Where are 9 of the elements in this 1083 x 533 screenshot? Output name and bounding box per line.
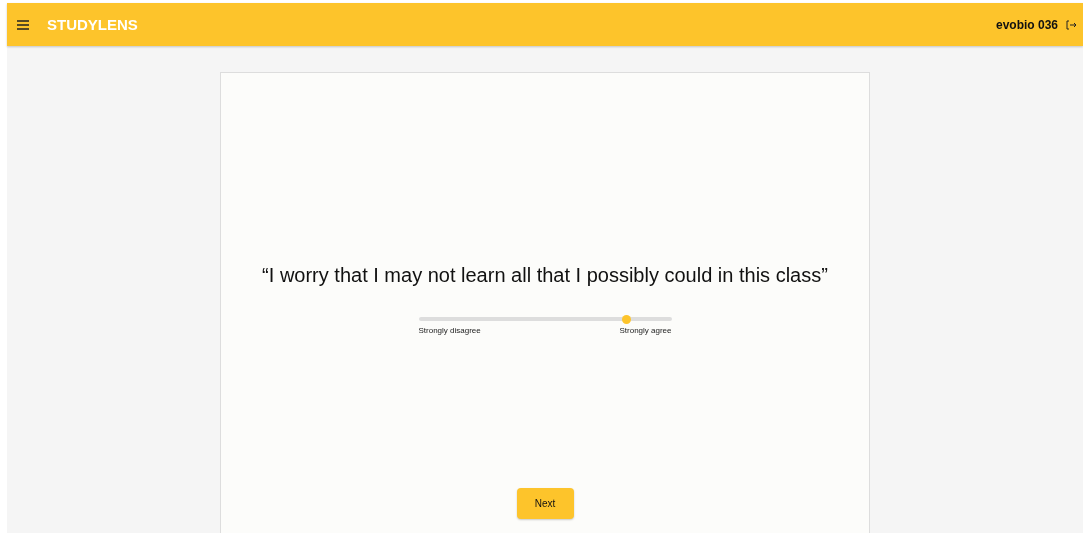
logout-icon[interactable] (1066, 19, 1077, 30)
user-name: evobio 036 (995, 17, 1058, 32)
question-text: “I worry that I may not learn all that I possibly could in this class” (262, 264, 828, 287)
min-label: Strongly disagree (418, 326, 481, 335)
next-button[interactable]: Next (516, 488, 574, 519)
menu-icon[interactable] (17, 19, 29, 30)
slider-thumb[interactable] (621, 315, 631, 324)
max-label: Strongly agree (619, 326, 672, 335)
app-title: STUDYLENS (47, 16, 138, 33)
